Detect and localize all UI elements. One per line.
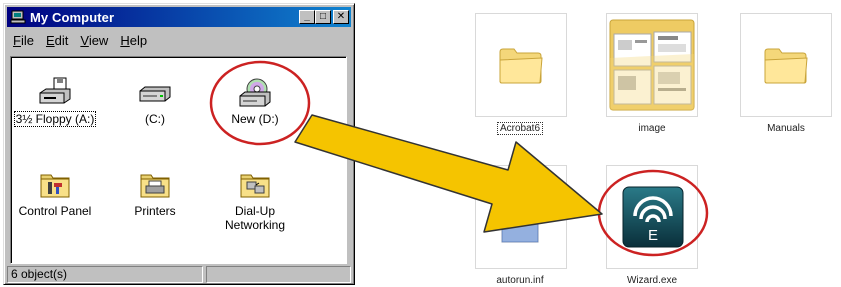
autorun-label: autorun.inf [496, 275, 544, 286]
status-object-count: 6 object(s) [7, 266, 203, 283]
close-button[interactable]: ✕ [333, 10, 349, 24]
maximize-button[interactable]: □ [315, 10, 331, 24]
drag-arrow [294, 114, 603, 233]
image-folder-tile[interactable] [606, 13, 698, 117]
status-cell-empty [206, 266, 351, 283]
wizard-highlight-circle [597, 169, 709, 257]
c-drive-item[interactable]: (C:) [107, 77, 203, 126]
floppy-drive-icon [39, 77, 71, 104]
dialup-networking-item[interactable]: Dial-Up Networking [207, 169, 303, 232]
manuals-folder-tile[interactable] [740, 13, 832, 117]
menu-bar: File Edit View Help [7, 30, 351, 50]
printers-label: Printers [134, 204, 176, 218]
printers-folder-icon [140, 174, 170, 198]
acrobat6-folder-tile[interactable] [475, 13, 567, 117]
menu-view[interactable]: View [74, 33, 114, 48]
dialup-networking-label: Dial-Up Networking [224, 204, 286, 232]
window-title: My Computer [30, 9, 115, 25]
image-folder-label: image [638, 123, 666, 134]
image-folder-icon [609, 19, 695, 111]
minimize-button[interactable]: _ [299, 10, 315, 24]
folder-icon [764, 48, 808, 84]
c-drive-label: (C:) [145, 112, 165, 126]
floppy-drive-label: 3½ Floppy (A:) [13, 111, 97, 127]
my-computer-icon [10, 10, 26, 24]
printers-item[interactable]: Printers [107, 169, 203, 218]
hard-drive-icon [139, 86, 171, 102]
menu-edit[interactable]: Edit [40, 33, 74, 48]
status-bar: 6 object(s) [7, 266, 351, 283]
control-panel-item[interactable]: Control Panel [7, 169, 103, 218]
manuals-label: Manuals [767, 123, 805, 134]
menu-file[interactable]: File [7, 33, 40, 48]
wizard-exe-label: Wizard.exe [626, 275, 677, 286]
control-panel-folder-icon [40, 174, 70, 198]
folder-icon [499, 48, 543, 84]
title-bar[interactable]: My Computer _ □ ✕ [7, 7, 351, 27]
menu-help[interactable]: Help [114, 33, 153, 48]
dialup-networking-folder-icon [240, 174, 270, 198]
control-panel-label: Control Panel [18, 204, 92, 218]
floppy-drive-item[interactable]: 3½ Floppy (A:) [7, 77, 103, 127]
